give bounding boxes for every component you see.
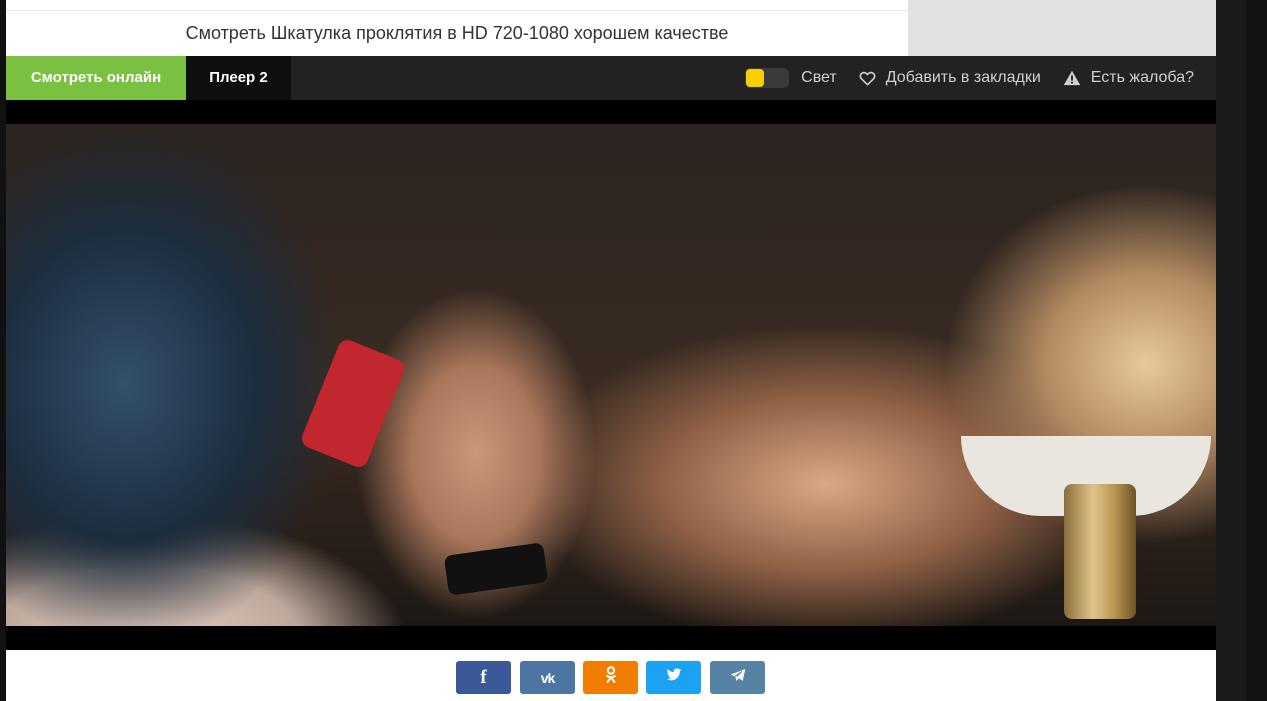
light-toggle[interactable] [745,68,790,88]
twitter-icon [666,668,682,687]
scene-can [1064,484,1136,619]
light-label[interactable]: Свет [801,69,837,87]
odnoklassniki-icon [605,666,617,689]
share-facebook-button[interactable]: f [456,661,511,694]
complaint-button[interactable]: Есть жалоба? [1063,69,1194,87]
telegram-icon [730,668,746,687]
scene-bracelet [443,542,549,596]
light-toggle-knob [746,69,765,87]
facebook-icon: f [480,666,487,688]
title-bar: Смотреть Шкатулка проклятия в HD 720-108… [6,0,908,56]
share-vk-button[interactable]: vk [520,661,575,694]
vk-icon: vk [540,669,556,686]
scene-phone [299,337,407,470]
video-player[interactable] [6,100,1216,650]
sidebar-placeholder [908,0,1216,56]
page: Смотреть Шкатулка проклятия в HD 720-108… [0,0,1267,701]
share-twitter-button[interactable] [646,661,701,694]
tab-watch-online[interactable]: Смотреть онлайн [6,56,186,100]
bookmark-button[interactable]: Добавить в закладки [859,69,1041,87]
warning-icon [1063,70,1081,86]
complaint-label: Есть жалоба? [1090,69,1194,86]
title-divider [6,10,908,11]
player-tabs-bar: Смотреть онлайн Плеер 2 Свет Добавить в … [6,56,1216,100]
bookmark-label: Добавить в закладки [885,69,1041,86]
tab-player-2[interactable]: Плеер 2 [186,56,291,100]
share-telegram-button[interactable] [710,661,765,694]
share-odnoklassniki-button[interactable] [583,661,638,694]
scrollbar-track[interactable] [1246,0,1267,701]
player-controls: Свет Добавить в закладки Есть жалоба? [745,56,1194,100]
page-title: Смотреть Шкатулка проклятия в HD 720-108… [185,23,729,43]
share-bar: f vk [6,650,1216,701]
heart-icon [859,70,876,86]
video-frame-image[interactable] [6,124,1216,626]
